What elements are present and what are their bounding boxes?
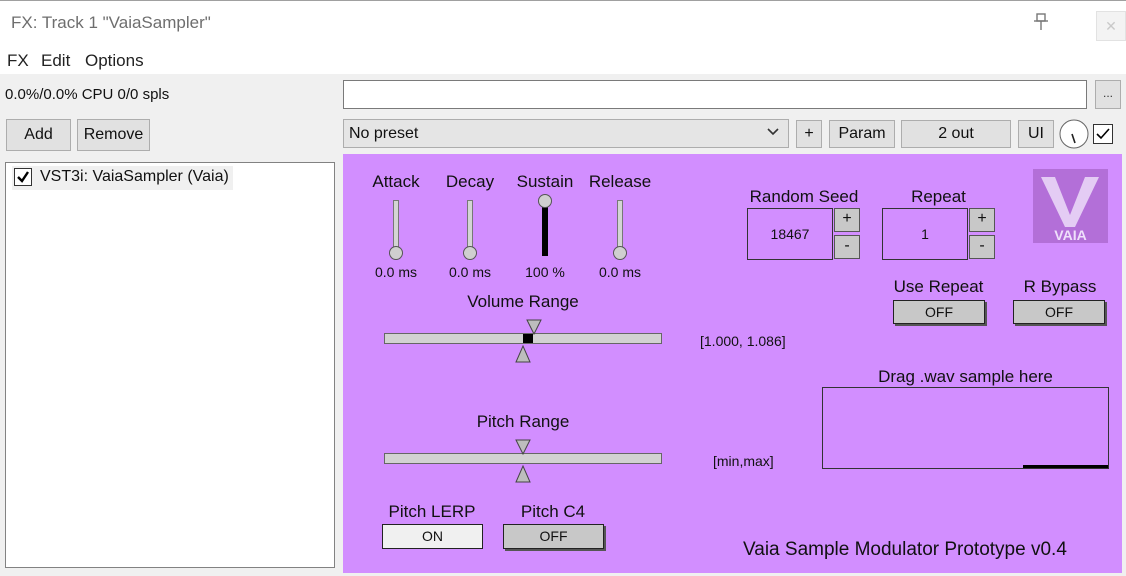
plugin-footer-title: Vaia Sample Modulator Prototype v0.4 [743, 539, 1067, 560]
preset-name-input[interactable] [343, 80, 1087, 109]
logo-text: VAIA [1054, 227, 1086, 243]
random-seed-plus-button[interactable]: + [834, 208, 860, 232]
window-title: FX: Track 1 "VaiaSampler" [11, 13, 211, 32]
fx-chain-list: VST3i: VaiaSampler (Vaia) [5, 162, 335, 568]
decay-label: Decay [445, 172, 495, 191]
decay-slider[interactable] [462, 200, 478, 260]
param-button[interactable]: Param [829, 120, 895, 148]
pitch-range-slider[interactable] [383, 436, 663, 486]
chevron-down-icon [766, 124, 780, 138]
drop-zone-label: Drag .wav sample here [878, 367, 1053, 386]
sustain-slider[interactable] [537, 194, 553, 258]
repeat-value[interactable]: 1 [882, 208, 968, 260]
fx-enable-checkbox[interactable] [14, 168, 32, 186]
pitch-range-label: Pitch Range [476, 412, 570, 431]
pitch-range-value: [min,max] [713, 453, 774, 469]
ui-button[interactable]: UI [1018, 120, 1054, 148]
menu-bar [0, 46, 1126, 74]
menu-options[interactable]: Options [85, 51, 144, 71]
add-button[interactable]: Add [6, 119, 71, 151]
attack-label: Attack [372, 172, 420, 191]
decay-value: 0.0 ms [448, 264, 491, 280]
random-seed-minus-button[interactable]: - [834, 235, 860, 259]
pitch-lerp-toggle[interactable]: ON [382, 524, 483, 549]
wet-knob-icon[interactable] [1059, 119, 1089, 149]
attack-slider[interactable] [388, 200, 404, 260]
io-button[interactable]: 2 out [901, 120, 1011, 148]
plugin-panel: Attack Decay Sustain Release 0.0 ms 0.0 … [343, 154, 1122, 573]
pitch-c4-toggle[interactable]: OFF [503, 524, 604, 549]
preset-dropdown[interactable]: No preset [343, 119, 789, 148]
sustain-label: Sustain [516, 172, 574, 191]
sustain-value: 100 % [525, 264, 565, 280]
volume-range-slider[interactable] [383, 316, 663, 366]
use-repeat-label: Use Repeat [893, 277, 984, 296]
fx-item-label: VST3i: VaiaSampler (Vaia) [40, 168, 229, 185]
preset-dropdown-value: No preset [349, 125, 419, 142]
release-value: 0.0 ms [598, 264, 641, 280]
more-button[interactable]: ... [1095, 80, 1121, 109]
vaia-logo: VAIA [1033, 169, 1108, 243]
pin-icon[interactable] [1032, 12, 1050, 32]
release-slider[interactable] [612, 200, 628, 260]
pitch-lerp-label: Pitch LERP [388, 502, 476, 521]
random-seed-value[interactable]: 18467 [747, 208, 833, 260]
remove-button[interactable]: Remove [77, 119, 150, 151]
release-label: Release [588, 172, 652, 191]
repeat-plus-button[interactable]: + [969, 208, 995, 232]
repeat-label: Repeat [911, 187, 966, 206]
sample-drop-zone[interactable] [822, 387, 1109, 469]
r-bypass-label: R Bypass [1023, 277, 1097, 296]
menu-edit[interactable]: Edit [41, 51, 70, 71]
repeat-minus-button[interactable]: - [969, 235, 995, 259]
menu-fx[interactable]: FX [7, 51, 29, 71]
cpu-status: 0.0%/0.0% CPU 0/0 spls [5, 86, 170, 103]
close-button[interactable]: ✕ [1096, 11, 1126, 41]
random-seed-label: Random Seed [749, 187, 859, 206]
r-bypass-toggle[interactable]: OFF [1013, 300, 1105, 324]
bypass-checkbox[interactable] [1093, 124, 1113, 144]
use-repeat-toggle[interactable]: OFF [893, 300, 985, 324]
fx-list-item[interactable]: VST3i: VaiaSampler (Vaia) [12, 166, 233, 190]
attack-value: 0.0 ms [374, 264, 417, 280]
volume-range-label: Volume Range [467, 292, 579, 311]
volume-range-value: [1.000, 1.086] [700, 333, 786, 349]
pitch-c4-label: Pitch C4 [520, 502, 586, 521]
add-preset-button[interactable]: + [796, 120, 822, 148]
